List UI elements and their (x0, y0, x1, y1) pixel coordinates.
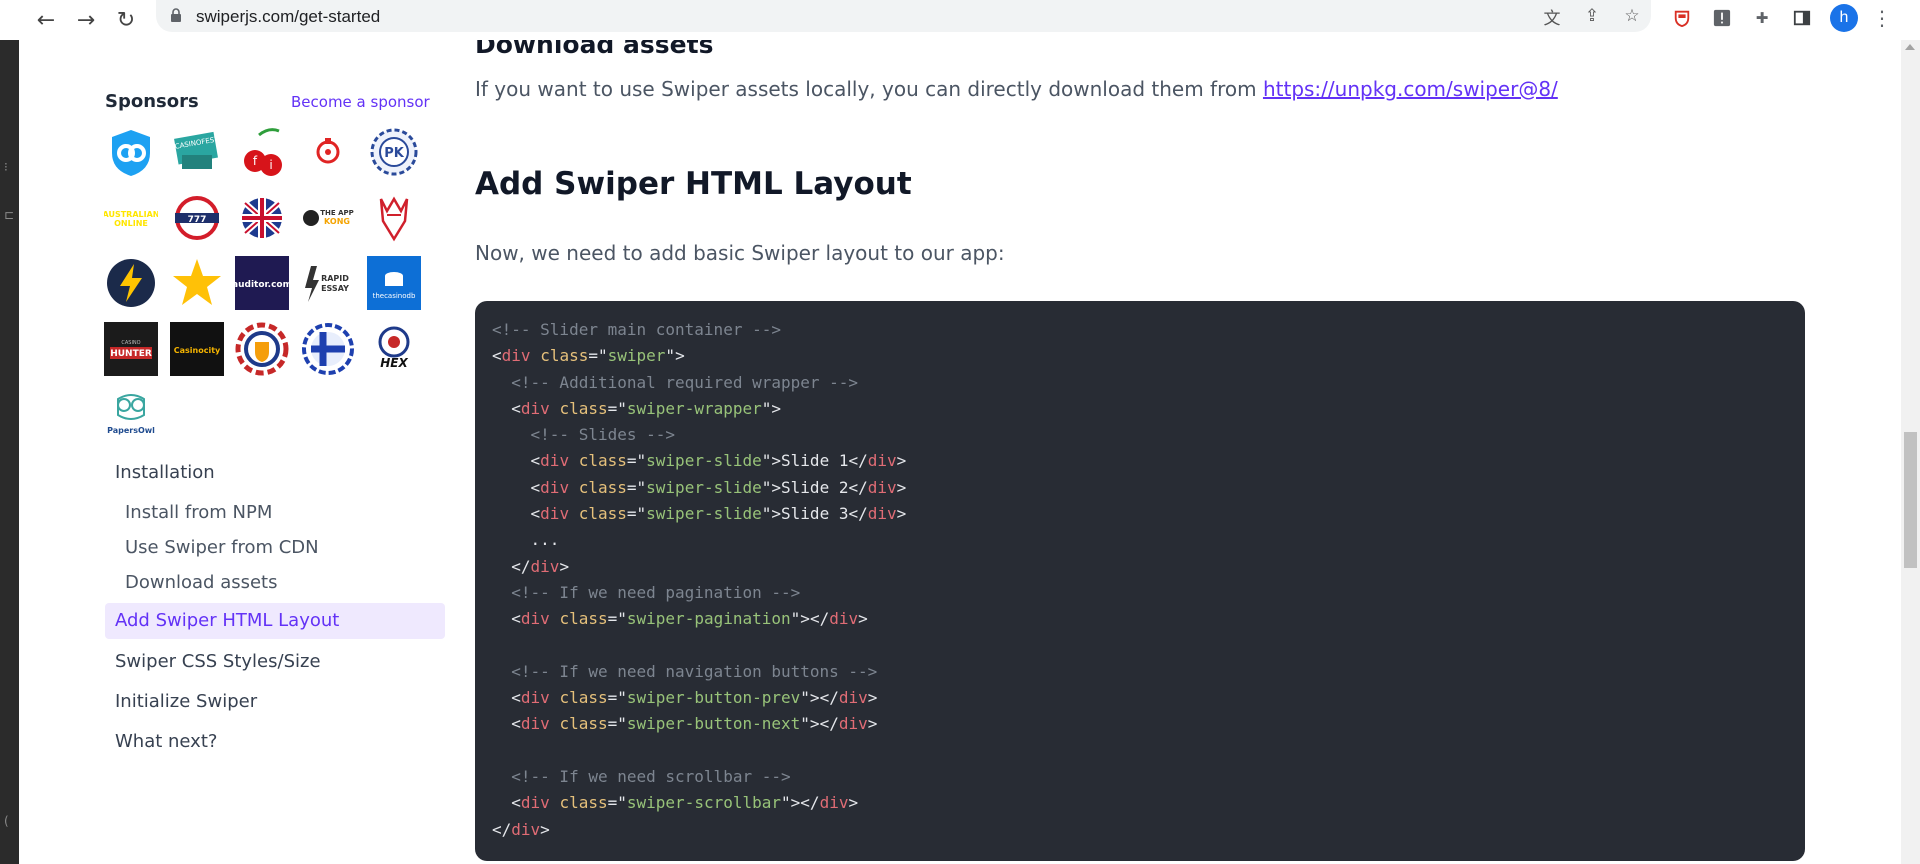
extension-shield-icon[interactable] (1672, 8, 1692, 28)
red-stag-logo-image (379, 196, 409, 242)
lock-icon (171, 8, 181, 22)
scroll-up-icon[interactable] (1905, 44, 1915, 50)
sidepanel-icon[interactable] (1792, 8, 1812, 28)
window-edge: ⁝ ⊏ ( (0, 40, 19, 864)
svg-text:777: 777 (188, 215, 207, 225)
svg-text:thecasinodb: thecasinodb (373, 292, 416, 300)
gear-logo[interactable] (301, 125, 355, 179)
toc-item-add-swiper-html-layout[interactable]: Add Swiper HTML Layout (105, 603, 445, 639)
svg-text:RAPID: RAPID (321, 274, 349, 283)
code-text[interactable]: <!-- Slider main container --> <div clas… (492, 317, 1788, 843)
edge-glyph-icon: ⁝ (4, 160, 8, 174)
the-app-kong-logo-image: THE APPKONG (303, 209, 354, 226)
section-heading-html-layout: Add Swiper HTML Layout (475, 166, 912, 202)
reload-icon[interactable]: ↻ (110, 4, 142, 36)
toc-item-download-assets[interactable]: Download assets (105, 572, 445, 593)
casinofest-logo[interactable]: CASINOFEST (170, 125, 224, 179)
finland-cross-logo-image (302, 323, 354, 375)
code-block[interactable]: <!-- Slider main container --> <div clas… (475, 301, 1805, 861)
profile-avatar[interactable]: h (1830, 4, 1858, 32)
casinocity-logo[interactable]: Casinocity (170, 322, 224, 376)
svg-text:HEX: HEX (380, 356, 408, 370)
vertical-scrollbar[interactable] (1901, 40, 1920, 864)
svg-text:PapersOwl: PapersOwl (107, 426, 155, 435)
svg-text:CASINO: CASINO (121, 340, 140, 346)
lightning-logo[interactable] (104, 256, 158, 310)
cherries-logo-image: fi (244, 128, 282, 176)
casinoauditor-logo-image: auditor.com (235, 256, 289, 310)
yellow-text-logo[interactable]: AUSTRALIAN ONLINE (104, 191, 158, 245)
finland-cross-logo[interactable] (301, 322, 355, 376)
edge-glyph-icon: ( (4, 814, 9, 828)
svg-text:i: i (269, 158, 272, 172)
casino-hunter-logo[interactable]: CASINO HUNTER (104, 322, 158, 376)
extension-info-icon[interactable] (1712, 8, 1732, 28)
back-icon[interactable]: ← (30, 4, 62, 36)
rapid-essay-logo-image: RAPIDESSAY (305, 266, 349, 302)
sponsors-title: Sponsors (105, 91, 199, 112)
forward-icon[interactable]: → (70, 4, 102, 36)
star-icon[interactable]: ☆ (1620, 4, 1644, 28)
become-sponsor-link[interactable]: Become a sponsor (291, 93, 1901, 111)
browser-toolbar: ← → ↻ swiperjs.com/get-started 文 ⇪ ☆ ✚ h… (0, 0, 1920, 40)
svg-text:KONG: KONG (324, 217, 350, 226)
shield-logo[interactable] (104, 125, 158, 179)
hex-logo[interactable]: HEX (367, 322, 421, 376)
toc-item-swiper-css-styles-size[interactable]: Swiper CSS Styles/Size (105, 651, 445, 672)
page-content: Download assets If you want to use Swipe… (19, 40, 1901, 864)
hex-logo-image: HEX (378, 326, 410, 370)
chip-logo-image: PK (370, 128, 418, 176)
url-text[interactable]: swiperjs.com/get-started (196, 7, 380, 27)
toc-item-install-from-npm[interactable]: Install from NPM (105, 502, 445, 523)
union-jack-logo[interactable] (235, 191, 289, 245)
edge-glyph-icon: ⊏ (4, 208, 15, 222)
rapid-essay-logo[interactable]: RAPID ESSAY (301, 256, 355, 310)
777-logo-image: 777 (175, 196, 219, 240)
netherlands-lion-logo-image (235, 322, 289, 376)
share-icon[interactable]: ⇪ (1580, 4, 1604, 28)
thecasinodb-logo[interactable]: thecasinodb (367, 256, 421, 310)
svg-text:THE APP: THE APP (320, 209, 354, 217)
lightning-logo-image (107, 259, 155, 307)
papersowl-logo[interactable]: PapersOwl (104, 387, 158, 441)
gear-logo-image (316, 138, 340, 164)
star-logo[interactable] (170, 256, 224, 310)
chip-logo[interactable]: PK (367, 125, 421, 179)
casinoauditor-logo[interactable]: auditor.com (235, 256, 289, 310)
shield-logo-image (112, 130, 150, 176)
scrollbar-thumb[interactable] (1904, 432, 1917, 568)
yellow-text-logo-image: AUSTRALIANONLINE (104, 210, 158, 228)
address-bar[interactable]: swiperjs.com/get-started 文 ⇪ ☆ (156, 0, 1651, 32)
section-heading-download-assets: Download assets (475, 40, 714, 59)
toc-item-installation[interactable]: Installation (105, 462, 445, 483)
cherries-logo[interactable]: fi (235, 125, 289, 179)
papersowl-logo-image: PapersOwl (107, 394, 155, 435)
thecasinodb-logo-image: thecasinodb (367, 256, 421, 310)
netherlands-lion-logo[interactable] (235, 322, 289, 376)
puzzle-icon[interactable]: ✚ (1752, 8, 1772, 28)
777-logo[interactable]: 777 (170, 191, 224, 245)
toc-item-use-swiper-from-cdn[interactable]: Use Swiper from CDN (105, 537, 445, 558)
menu-icon[interactable]: ⋮ (1872, 6, 1892, 30)
star-logo-image (173, 259, 221, 305)
intro-paragraph: Now, we need to add basic Swiper layout … (475, 241, 1005, 265)
casino-hunter-logo-image: CASINO HUNTER (104, 322, 158, 376)
red-stag-logo[interactable] (367, 191, 421, 245)
casinocity-logo-image: Casinocity (170, 322, 224, 376)
svg-text:PK: PK (384, 146, 405, 161)
svg-text:HUNTER: HUNTER (110, 349, 152, 359)
svg-text:ESSAY: ESSAY (321, 284, 349, 293)
svg-text:AUSTRALIAN: AUSTRALIAN (104, 210, 158, 219)
toc-item-what-next[interactable]: What next? (105, 731, 445, 752)
svg-text:Casinocity: Casinocity (174, 346, 221, 355)
toc-item-initialize-swiper[interactable]: Initialize Swiper (105, 691, 445, 712)
union-jack-logo-image (242, 198, 282, 238)
casinofest-logo-image: CASINOFEST (174, 131, 220, 169)
svg-text:ONLINE: ONLINE (114, 219, 148, 228)
the-app-kong-logo[interactable]: THE APP KONG (301, 191, 355, 245)
svg-text:auditor.com: auditor.com (235, 280, 289, 290)
translate-icon[interactable]: 文 (1540, 4, 1564, 29)
